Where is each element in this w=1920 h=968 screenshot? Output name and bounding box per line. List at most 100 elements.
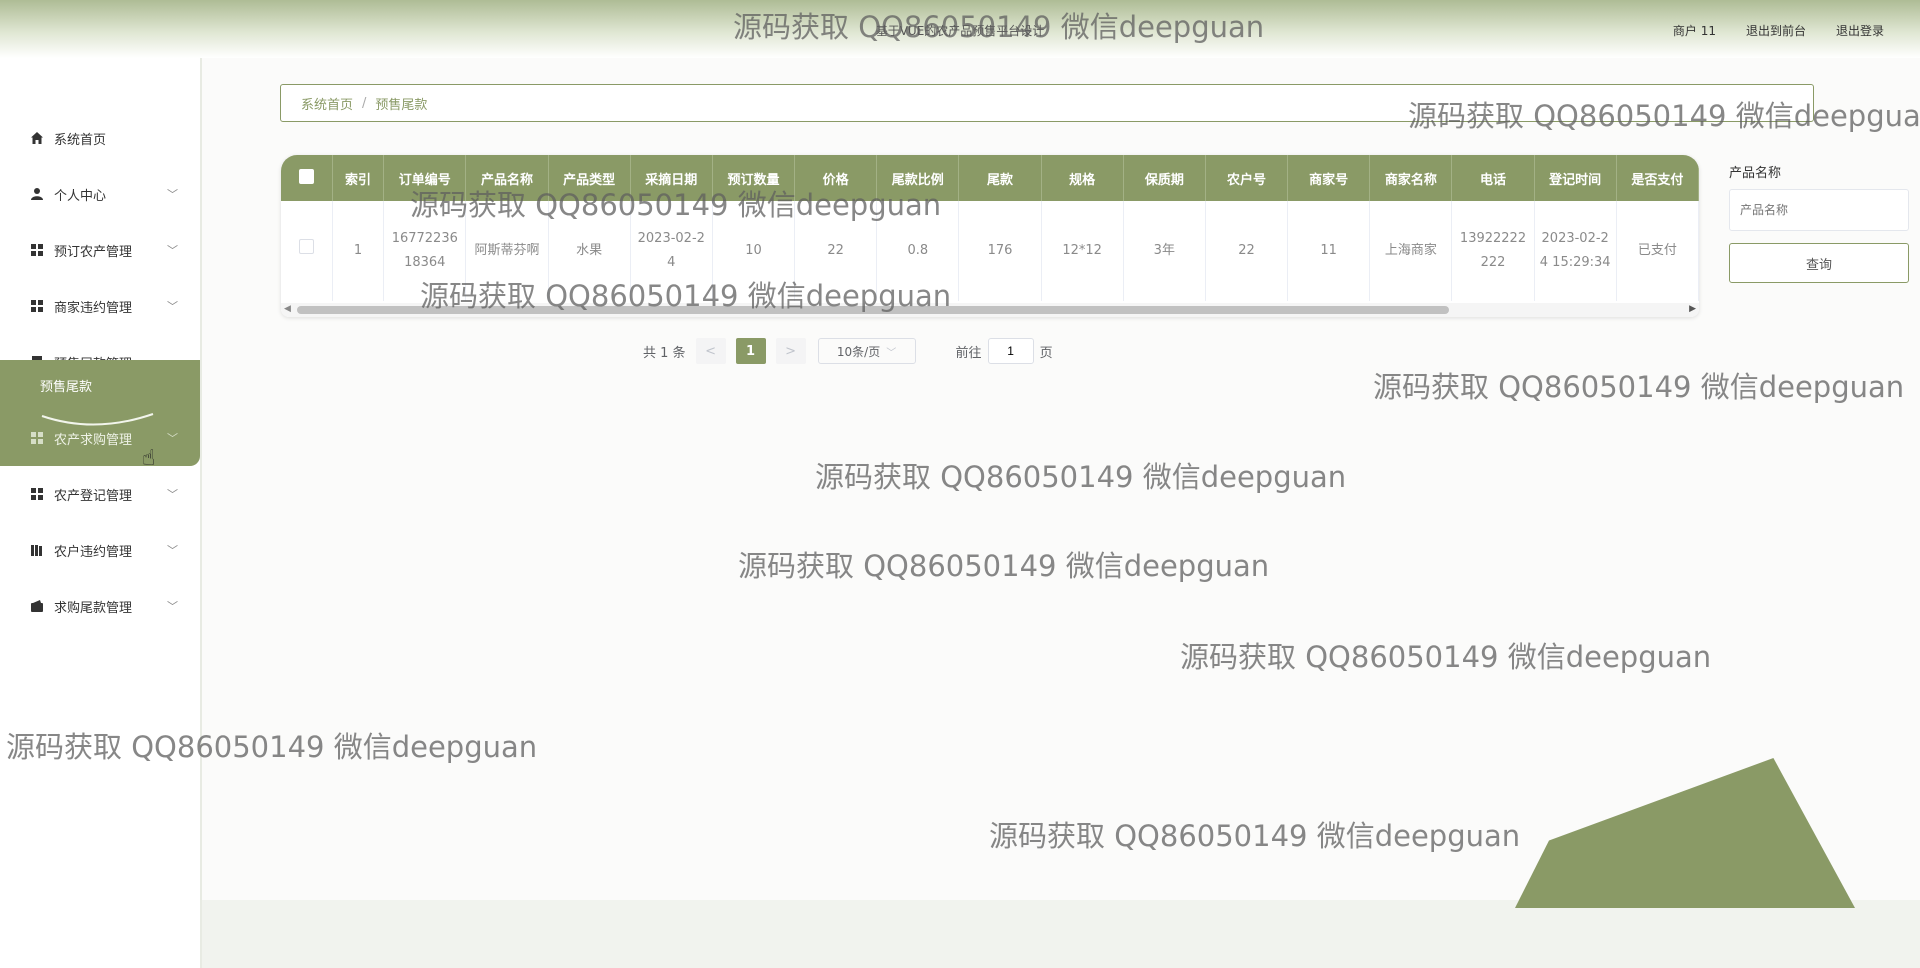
page-number-button[interactable]: 1: [735, 338, 766, 364]
chevron-down-icon: ﹀: [167, 188, 178, 201]
page-size-select[interactable]: 10条/页 ﹀: [817, 338, 916, 364]
pagination-total: 共 1 条: [643, 345, 686, 361]
cell-farmer-no: 22: [1205, 201, 1289, 301]
cell-spec: 12*12: [1041, 201, 1124, 301]
chevron-down-icon: ﹀: [167, 600, 178, 613]
scroll-right-icon[interactable]: ▶: [1689, 304, 1696, 314]
sidebar-item-label: 商家违约管理: [54, 300, 133, 316]
column-header: 农户号: [1205, 155, 1289, 201]
cell-product-name: 阿斯蒂芬啊: [465, 201, 549, 301]
data-table: 索引 订单编号 产品名称 产品类型 采摘日期 预订数量 价格 尾款比例 尾款 规…: [281, 155, 1699, 317]
cell-shelf-life: 3年: [1123, 201, 1206, 301]
goto-prefix: 前往: [955, 345, 982, 361]
sidebar-item-purchase-balance[interactable]: 求购尾款管理 ﹀: [0, 578, 200, 634]
sidebar-item-label: 个人中心: [54, 188, 107, 204]
page-size-value: 10条/页: [836, 344, 881, 359]
row-checkbox[interactable]: [298, 239, 314, 254]
sidebar-item-registration[interactable]: 农产登记管理 ﹀: [0, 466, 200, 522]
column-header: 商家号: [1287, 155, 1371, 201]
sidebar-subitem-presale-balance[interactable]: 预售尾款: [0, 360, 200, 410]
search-button[interactable]: 查询: [1729, 243, 1909, 283]
sidebar-item-label: 预订农产管理: [54, 244, 133, 260]
cell-pick-date: 2023-02-24: [630, 201, 713, 301]
sidebar-item-purchase[interactable]: 农产求购管理 ﹀: [0, 410, 200, 466]
row-select-cell[interactable]: [281, 201, 333, 301]
prev-page-button[interactable]: <: [695, 338, 726, 364]
breadcrumb: 系统首页 / 预售尾款: [280, 84, 1814, 122]
user-icon: [30, 187, 44, 201]
hand-cursor-icon: ☝: [142, 446, 156, 471]
cell-order-no: 1677223618364: [383, 201, 467, 301]
cell-product-type: 水果: [548, 201, 631, 301]
column-header: 规格: [1041, 155, 1124, 201]
sidebar-item-label: 农产求购管理: [54, 432, 133, 448]
next-page-button[interactable]: >: [775, 338, 806, 364]
cell-balance: 176: [958, 201, 1042, 301]
scroll-left-icon[interactable]: ◀: [284, 304, 291, 314]
cell-phone: 13922222222: [1451, 201, 1535, 301]
home-icon: [30, 131, 44, 145]
column-header: 预订数量: [712, 155, 796, 201]
sidebar-item-preorder[interactable]: 预订农产管理 ﹀: [0, 222, 200, 278]
column-header: 订单编号: [383, 155, 467, 201]
user-label: 商户 11: [1672, 24, 1716, 38]
app-title: 基于VUE的农产品预售平台设计: [875, 24, 1045, 38]
header-actions: 商户 11 退出到前台 退出登录: [1673, 22, 1884, 39]
product-name-input[interactable]: [1729, 189, 1909, 231]
column-header: 是否支付: [1616, 155, 1699, 201]
column-header: 电话: [1451, 155, 1535, 201]
cell-merchant-no: 11: [1287, 201, 1371, 301]
logout-link[interactable]: 退出登录: [1836, 22, 1884, 39]
sidebar: 系统首页 个人中心 ﹀ 预订农产管理 ﹀ 商家违约管理 ﹀ 预售尾款管理 ︿ 预…: [0, 58, 202, 968]
column-header: 产品名称: [465, 155, 549, 201]
breadcrumb-home[interactable]: 系统首页: [301, 94, 353, 113]
sidebar-item-label: 求购尾款管理: [54, 600, 133, 616]
column-header: 登记时间: [1534, 155, 1617, 201]
sidebar-item-label: 农户违约管理: [54, 544, 133, 560]
cell-quantity: 10: [712, 201, 796, 301]
cell-index: 1: [332, 201, 385, 301]
search-label: 产品名称: [1729, 166, 1782, 181]
horizontal-scrollbar[interactable]: ◀ ▶: [281, 303, 1699, 317]
cell-merchant-name: 上海商家: [1369, 201, 1453, 301]
sidebar-item-farmer-breach[interactable]: 农户违约管理 ﹀: [0, 522, 200, 578]
chevron-down-icon: ﹀: [167, 544, 178, 557]
select-all-header[interactable]: [281, 155, 333, 201]
cell-reg-time: 2023-02-24 15:29:34: [1534, 201, 1617, 301]
goto-page-input[interactable]: [987, 338, 1034, 364]
cell-paid: 已支付: [1616, 201, 1699, 301]
book-icon: [30, 543, 44, 557]
column-header: 索引: [332, 155, 385, 201]
sidebar-item-label: 系统首页: [54, 132, 107, 148]
sidebar-item-home[interactable]: 系统首页: [0, 110, 200, 166]
sidebar-item-personal-center[interactable]: 个人中心 ﹀: [0, 166, 200, 222]
breadcrumb-current: 预售尾款: [375, 97, 428, 113]
breadcrumb-separator: /: [362, 95, 367, 111]
column-header: 尾款: [958, 155, 1042, 201]
column-header: 采摘日期: [630, 155, 713, 201]
table-row: 1 1677223618364 阿斯蒂芬啊 水果 2023-02-24 10 2…: [281, 201, 1699, 301]
back-to-front-link[interactable]: 退出到前台: [1746, 22, 1806, 39]
chevron-down-icon: ﹀: [167, 244, 178, 257]
column-header: 产品类型: [548, 155, 631, 201]
column-header: 保质期: [1123, 155, 1206, 201]
grid-icon: [30, 243, 44, 257]
scrollbar-thumb[interactable]: [297, 306, 1449, 314]
grid-icon: [30, 299, 44, 313]
sidebar-item-merchant-breach[interactable]: 商家违约管理 ﹀: [0, 278, 200, 334]
column-header: 价格: [794, 155, 878, 201]
column-header: 商家名称: [1369, 155, 1453, 201]
table-header-row: 索引 订单编号 产品名称 产品类型 采摘日期 预订数量 价格 尾款比例 尾款 规…: [281, 155, 1699, 201]
column-header: 尾款比例: [876, 155, 960, 201]
grid-icon: [30, 431, 44, 445]
wallet-icon: [30, 599, 44, 613]
select-all-checkbox[interactable]: [298, 168, 314, 184]
grid-icon: [30, 487, 44, 501]
cell-price: 22: [794, 201, 878, 301]
chevron-down-icon: ﹀: [886, 347, 897, 359]
pagination: 共 1 条 < 1 > 10条/页 ﹀ 前往 页: [643, 338, 1053, 364]
chevron-down-icon: ﹀: [167, 300, 178, 313]
search-panel: 产品名称 查询: [1729, 162, 1909, 283]
cell-ratio: 0.8: [876, 201, 960, 301]
chevron-down-icon: ﹀: [167, 488, 178, 501]
